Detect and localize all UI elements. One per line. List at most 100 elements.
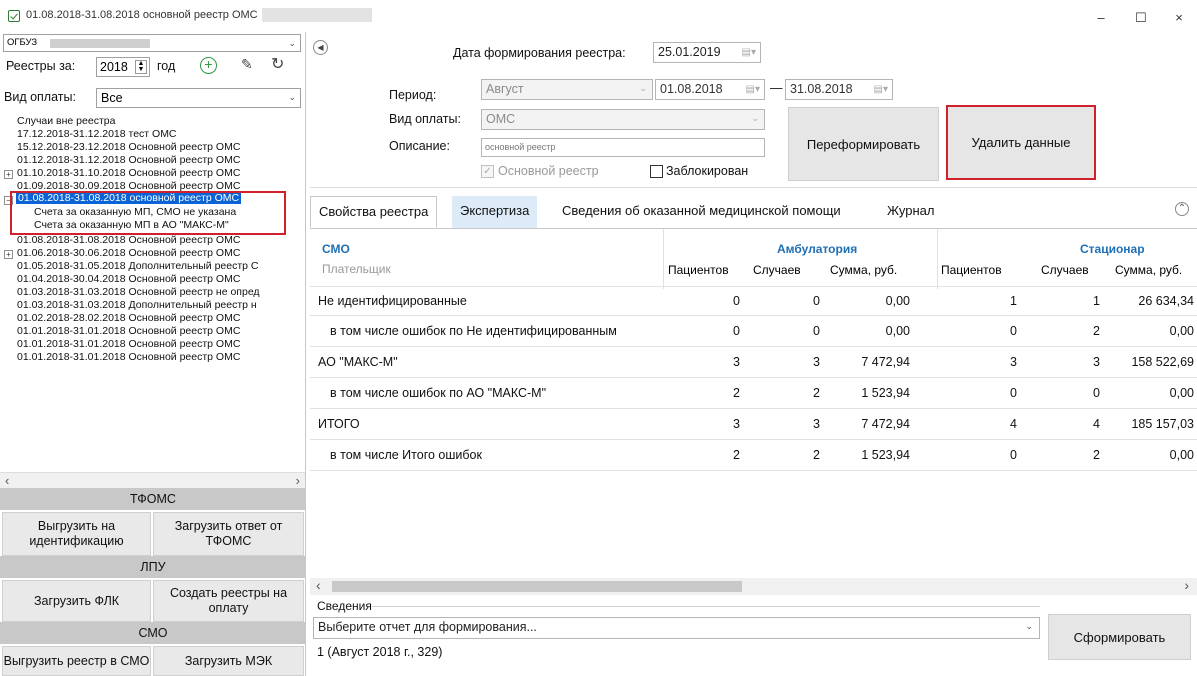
- scroll-thumb[interactable]: [332, 581, 742, 592]
- tree-item[interactable]: 17.12.2018-31.12.2018 тест ОМС: [17, 128, 177, 140]
- redacted-title-text: [262, 8, 372, 22]
- info-section-label: Сведения: [317, 599, 372, 613]
- scroll-right-icon[interactable]: ›: [1184, 577, 1189, 593]
- scroll-left-icon[interactable]: ‹: [316, 577, 321, 593]
- stac-cases: 4: [1093, 417, 1100, 431]
- tree-item[interactable]: Случаи вне реестра: [17, 115, 115, 127]
- delete-data-button[interactable]: Удалить данные: [946, 105, 1096, 180]
- chevron-down-icon: ⌄: [639, 83, 647, 93]
- main-registry-checkbox[interactable]: ✓: [481, 165, 494, 178]
- stac-sum: 158 522,69: [1131, 355, 1194, 369]
- expand-plus-icon[interactable]: +: [4, 170, 13, 179]
- table-row[interactable]: Не идентифицированные 0 0 0,00 1 1 26 63…: [310, 286, 1197, 316]
- stac-cases: 0: [1093, 386, 1100, 400]
- blocked-checkbox[interactable]: [650, 165, 663, 178]
- stac-patients: 0: [1010, 386, 1017, 400]
- refresh-icon[interactable]: ↻: [271, 54, 284, 74]
- group-ambulatory: Амбулатория: [777, 242, 858, 256]
- stac-cases: 2: [1093, 448, 1100, 462]
- amb-sum: 0,00: [885, 294, 910, 308]
- tree-item[interactable]: 01.04.2018-30.04.2018 Основной реестр ОМ…: [17, 273, 240, 285]
- stac-cases: 2: [1093, 324, 1100, 338]
- tree-item[interactable]: 01.02.2018-28.02.2018 Основной реестр ОМ…: [17, 312, 240, 324]
- tree-item[interactable]: 01.12.2018-31.12.2018 Основной реестр ОМ…: [17, 154, 240, 166]
- amb-cases: 3: [813, 417, 820, 431]
- tree-item[interactable]: 01.03.2018-31.03.2018 Дополнительный рее…: [17, 299, 257, 311]
- spinner-icon[interactable]: ▲ ▼: [135, 60, 147, 74]
- org-select[interactable]: ОГБУЗ ⌄: [3, 34, 301, 52]
- org-name: ОГБУЗ: [7, 37, 38, 48]
- tree-item[interactable]: 01.01.2018-31.01.2018 Основной реестр ОМ…: [17, 325, 240, 337]
- report-select[interactable]: Выберите отчет для формирования... ⌄: [313, 617, 1040, 639]
- tree-item[interactable]: 15.12.2018-23.12.2018 Основной реестр ОМ…: [17, 141, 240, 153]
- stac-cases: 1: [1093, 294, 1100, 308]
- date-from-field[interactable]: 01.08.2018 ▤▾: [655, 79, 765, 100]
- tree-item[interactable]: 01.03.2018-31.03.2018 Основной реестр не…: [17, 286, 260, 298]
- row-name: ИТОГО: [318, 417, 360, 431]
- grid-hscrollbar[interactable]: ‹ ›: [310, 577, 1197, 595]
- title-bar: 01.08.2018-31.08.2018 основной реестр ОМ…: [0, 0, 1197, 32]
- create-payment-registry-button[interactable]: Создать реестры на оплату: [153, 580, 304, 622]
- export-smo-button[interactable]: Выгрузить реестр в СМО: [2, 646, 151, 676]
- generate-button[interactable]: Сформировать: [1048, 614, 1191, 660]
- period-label: Период:: [389, 88, 437, 102]
- table-row[interactable]: в том числе Итого ошибок 2 2 1 523,94 0 …: [310, 441, 1197, 471]
- calendar-icon[interactable]: ▤▾: [874, 84, 888, 95]
- tab-expertise[interactable]: Экспертиза: [452, 196, 538, 228]
- row-name: в том числе Итого ошибок: [330, 448, 482, 462]
- edit-pencil-icon[interactable]: ✎: [241, 56, 253, 73]
- table-row[interactable]: в том числе ошибок по АО "МАКС-М" 2 2 1 …: [310, 379, 1197, 409]
- highlight-frame: [10, 191, 286, 235]
- payment-select[interactable]: Все ⌄: [96, 88, 301, 108]
- description-label: Описание:: [389, 139, 450, 153]
- scroll-left-icon[interactable]: ‹: [5, 473, 9, 488]
- tree-hscrollbar[interactable]: ‹ ›: [0, 472, 305, 488]
- tree-item[interactable]: 01.10.2018-31.10.2018 Основной реестр ОМ…: [17, 167, 240, 179]
- tree-item[interactable]: 01.06.2018-30.06.2018 Основной реестр ОМ…: [17, 247, 240, 259]
- col-stac-cases: Случаев: [1041, 263, 1089, 277]
- tree-item[interactable]: 01.01.2018-31.01.2018 Основной реестр ОМ…: [17, 351, 240, 363]
- table-row[interactable]: АО "МАКС-М" 3 3 7 472,94 3 3 158 522,69: [310, 348, 1197, 378]
- calendar-icon[interactable]: ▤▾: [742, 47, 756, 58]
- table-row[interactable]: в том числе ошибок по Не идентифицирован…: [310, 317, 1197, 347]
- load-mek-button[interactable]: Загрузить МЭК: [153, 646, 304, 676]
- tab-journal[interactable]: Журнал: [879, 196, 942, 228]
- amb-patients: 0: [733, 324, 740, 338]
- tree-item[interactable]: 01.01.2018-31.01.2018 Основной реестр ОМ…: [17, 338, 240, 350]
- scroll-right-icon[interactable]: ›: [296, 473, 300, 488]
- status-text: 1 (Август 2018 г., 329): [317, 645, 443, 659]
- amb-patients: 2: [733, 448, 740, 462]
- stac-sum: 185 157,03: [1131, 417, 1194, 431]
- tree-item[interactable]: 01.08.2018-31.08.2018 Основной реестр ОМ…: [17, 234, 240, 246]
- expand-plus-icon[interactable]: +: [4, 250, 13, 259]
- export-ident-button[interactable]: Выгрузить на идентификацию: [2, 512, 151, 556]
- load-tfoms-button[interactable]: Загрузить ответ от ТФОМС: [153, 512, 304, 556]
- calendar-icon[interactable]: ▤▾: [746, 84, 760, 95]
- year-value: 2018: [100, 60, 128, 74]
- amb-cases: 3: [813, 355, 820, 369]
- tab-registry-properties[interactable]: Свойства реестра: [310, 196, 438, 228]
- app-check-icon: [8, 10, 20, 22]
- blocked-label: Заблокирован: [666, 164, 749, 178]
- date-field[interactable]: 25.01.2019 ▤▾: [653, 42, 761, 63]
- maximize-button[interactable]: ☐: [1121, 4, 1161, 32]
- payment-type-select[interactable]: ОМС ⌄: [481, 109, 765, 130]
- description-field[interactable]: основной реестр: [481, 138, 765, 157]
- tab-medical-care-info[interactable]: Сведения об оказанной медицинской помощи: [554, 196, 849, 228]
- collapse-top-icon[interactable]: ⌃: [1175, 202, 1189, 216]
- stac-patients: 1: [1010, 294, 1017, 308]
- year-spinner[interactable]: 2018 ▲ ▼: [96, 57, 150, 77]
- group-inpatient: Стационар: [1080, 242, 1145, 256]
- period-select[interactable]: Август ⌄: [481, 79, 653, 100]
- minimize-button[interactable]: –: [1081, 4, 1121, 32]
- date-to-field[interactable]: 31.08.2018 ▤▾: [785, 79, 893, 100]
- tfoms-header: ТФОМС: [0, 488, 306, 510]
- stac-sum: 0,00: [1169, 324, 1194, 338]
- collapse-left-icon[interactable]: ◀: [313, 40, 328, 55]
- add-icon[interactable]: +: [200, 57, 217, 74]
- tree-item[interactable]: 01.05.2018-31.05.2018 Дополнительный рее…: [17, 260, 259, 272]
- load-flk-button[interactable]: Загрузить ФЛК: [2, 580, 151, 622]
- reform-button[interactable]: Переформировать: [788, 107, 939, 181]
- table-row[interactable]: ИТОГО 3 3 7 472,94 4 4 185 157,03: [310, 410, 1197, 440]
- close-button[interactable]: ×: [1161, 4, 1197, 32]
